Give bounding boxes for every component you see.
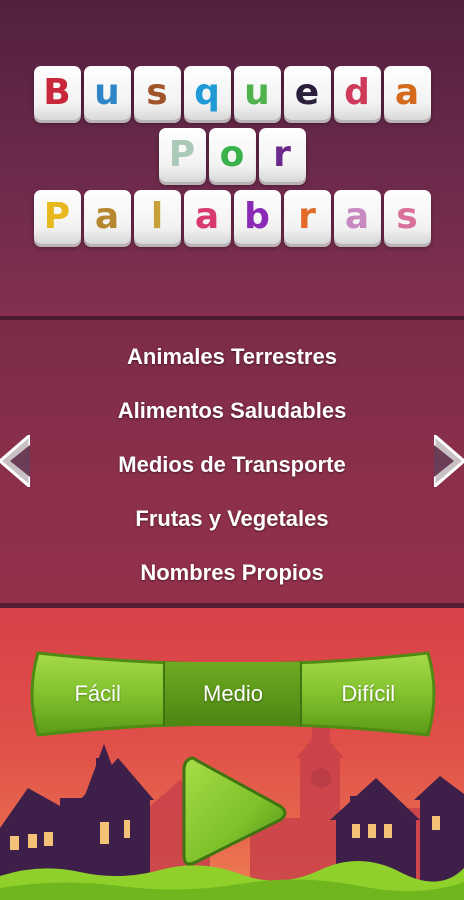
game-title: Busqueda Por Palabras — [0, 66, 464, 252]
chevron-left-icon[interactable] — [0, 435, 30, 487]
title-letter-tile: a — [83, 190, 131, 244]
category-item-nombres-propios[interactable]: Nombres Propios — [0, 546, 464, 600]
category-item-animales-terrestres[interactable]: Animales Terrestres — [0, 330, 464, 384]
title-letter-tile: s — [383, 190, 431, 244]
difficulty-selector: Fácil Medio Difícil — [30, 660, 436, 728]
category-item-alimentos-saludables[interactable]: Alimentos Saludables — [0, 384, 464, 438]
title-letter-tile: q — [183, 66, 231, 120]
title-letter-tile: e — [283, 66, 331, 120]
title-letter-tile: P — [33, 190, 81, 244]
difficulty-medium-button[interactable]: Medio — [165, 660, 300, 728]
title-letter-tile: u — [83, 66, 131, 120]
title-letter-tile: r — [258, 128, 306, 182]
chevron-right-icon[interactable] — [434, 435, 464, 487]
title-letter-tile: u — [233, 66, 281, 120]
category-item-frutas-y-vegetales[interactable]: Frutas y Vegetales — [0, 492, 464, 546]
title-letter-tile: P — [158, 128, 206, 182]
title-letter-tile: a — [383, 66, 431, 120]
title-letter-tile: a — [333, 190, 381, 244]
title-letter-tile: r — [283, 190, 331, 244]
title-letter-tile: b — [233, 190, 281, 244]
title-row-busqueda: Busqueda — [0, 66, 464, 120]
difficulty-hard-button[interactable]: Difícil — [301, 660, 436, 728]
title-letter-tile: a — [183, 190, 231, 244]
title-row-por: Por — [0, 128, 464, 182]
play-icon[interactable] — [178, 752, 290, 874]
category-item-medios-de-transporte[interactable]: Medios de Transporte — [0, 438, 464, 492]
title-letter-tile: d — [333, 66, 381, 120]
title-letter-tile: o — [208, 128, 256, 182]
title-row-palabras: Palabras — [0, 190, 464, 244]
difficulty-easy-button[interactable]: Fácil — [30, 660, 165, 728]
category-list: Animales Terrestres Alimentos Saludables… — [0, 330, 464, 600]
title-letter-tile: B — [33, 66, 81, 120]
title-letter-tile: l — [133, 190, 181, 244]
title-letter-tile: s — [133, 66, 181, 120]
